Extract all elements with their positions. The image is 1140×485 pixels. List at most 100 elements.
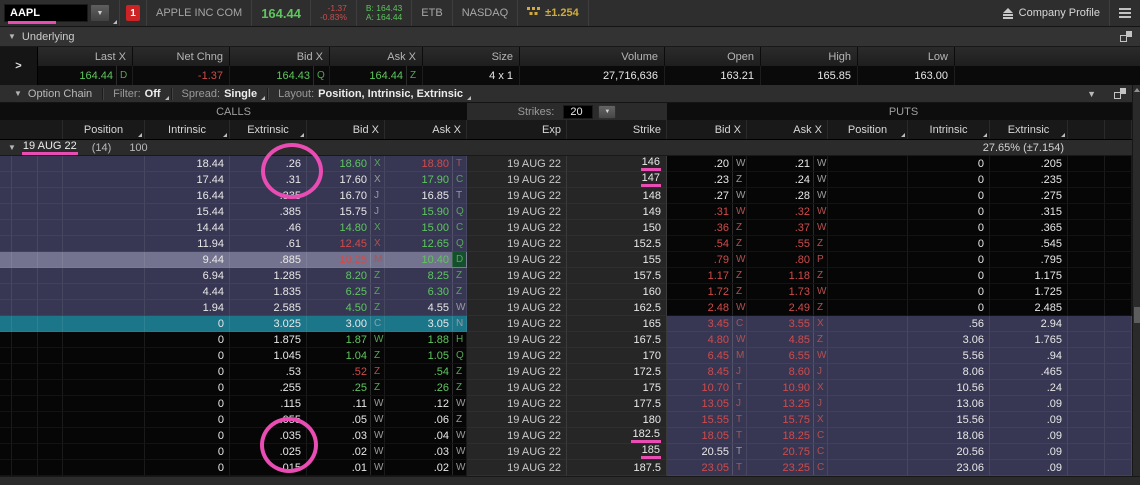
strikes-dropdown-button[interactable]: ▼ bbox=[598, 105, 616, 119]
put-extrinsic-cell[interactable]: .09 bbox=[990, 428, 1068, 444]
put-ask-cell[interactable]: .24W bbox=[747, 172, 828, 188]
call-position-cell[interactable] bbox=[63, 428, 145, 444]
call-position-cell[interactable] bbox=[63, 172, 145, 188]
column-header[interactable]: Bid X bbox=[667, 120, 747, 139]
exp-cell[interactable]: 19 AUG 22 bbox=[467, 444, 567, 460]
strike-cell[interactable]: 147 bbox=[567, 172, 667, 188]
call-position-cell[interactable] bbox=[63, 156, 145, 172]
call-intrinsic-cell[interactable]: 14.44 bbox=[145, 220, 230, 236]
call-extrinsic-cell[interactable]: 3.025 bbox=[230, 316, 307, 332]
call-intrinsic-cell[interactable]: 1.94 bbox=[145, 300, 230, 316]
call-intrinsic-cell[interactable]: 0 bbox=[145, 364, 230, 380]
call-extrinsic-cell[interactable]: .015 bbox=[230, 460, 307, 476]
call-ask-cell[interactable]: .06Z bbox=[385, 412, 467, 428]
call-intrinsic-cell[interactable]: 18.44 bbox=[145, 156, 230, 172]
call-extrinsic-cell[interactable]: 2.585 bbox=[230, 300, 307, 316]
put-position-cell[interactable] bbox=[828, 284, 908, 300]
strike-cell[interactable]: 182.5 bbox=[567, 428, 667, 444]
put-ask-cell[interactable]: 1.73W bbox=[747, 284, 828, 300]
strike-cell[interactable]: 160 bbox=[567, 284, 667, 300]
put-ask-cell[interactable]: .55Z bbox=[747, 236, 828, 252]
put-extrinsic-cell[interactable]: .94 bbox=[990, 348, 1068, 364]
call-extrinsic-cell[interactable]: .885 bbox=[230, 252, 307, 268]
column-header[interactable]: Ask X bbox=[747, 120, 828, 139]
put-extrinsic-cell[interactable]: .465 bbox=[990, 364, 1068, 380]
put-extrinsic-cell[interactable]: 1.765 bbox=[990, 332, 1068, 348]
exp-cell[interactable]: 19 AUG 22 bbox=[467, 364, 567, 380]
vertical-scrollbar[interactable] bbox=[1132, 85, 1140, 476]
call-position-cell[interactable] bbox=[63, 444, 145, 460]
call-ask-cell[interactable]: 3.05N bbox=[385, 316, 467, 332]
call-extrinsic-cell[interactable]: 1.875 bbox=[230, 332, 307, 348]
exp-cell[interactable]: 19 AUG 22 bbox=[467, 332, 567, 348]
put-extrinsic-cell[interactable]: .365 bbox=[990, 220, 1068, 236]
call-intrinsic-cell[interactable]: 0 bbox=[145, 332, 230, 348]
exp-cell[interactable]: 19 AUG 22 bbox=[467, 236, 567, 252]
company-profile-button[interactable]: Company Profile bbox=[994, 0, 1110, 26]
call-extrinsic-cell[interactable]: .115 bbox=[230, 396, 307, 412]
call-ask-cell[interactable]: 1.88H bbox=[385, 332, 467, 348]
put-bid-cell[interactable]: 1.72Z bbox=[667, 284, 747, 300]
filter-funnel-icon[interactable]: ▼ bbox=[1087, 89, 1096, 99]
column-header[interactable]: Position bbox=[63, 120, 145, 139]
put-bid-cell[interactable]: 8.45J bbox=[667, 364, 747, 380]
underlying-column-header[interactable]: Volume bbox=[520, 47, 665, 66]
call-ask-cell[interactable]: .03W bbox=[385, 444, 467, 460]
call-extrinsic-cell[interactable]: .46 bbox=[230, 220, 307, 236]
put-ask-cell[interactable]: 1.18Z bbox=[747, 268, 828, 284]
call-bid-cell[interactable]: 6.25Z bbox=[307, 284, 385, 300]
strike-cell[interactable]: 185 bbox=[567, 444, 667, 460]
call-bid-cell[interactable]: .01W bbox=[307, 460, 385, 476]
exp-cell[interactable]: 19 AUG 22 bbox=[467, 300, 567, 316]
put-extrinsic-cell[interactable]: .235 bbox=[990, 172, 1068, 188]
call-intrinsic-cell[interactable]: 0 bbox=[145, 396, 230, 412]
strike-cell[interactable]: 170 bbox=[567, 348, 667, 364]
put-ask-cell[interactable]: .37W bbox=[747, 220, 828, 236]
scrollbar-handle[interactable] bbox=[1134, 307, 1140, 323]
layout-control[interactable]: Layout: Position, Intrinsic, Extrinsic bbox=[268, 85, 473, 102]
put-extrinsic-cell[interactable]: .09 bbox=[990, 412, 1068, 428]
call-position-cell[interactable] bbox=[63, 316, 145, 332]
put-ask-cell[interactable]: 13.25J bbox=[747, 396, 828, 412]
strike-cell[interactable]: 172.5 bbox=[567, 364, 667, 380]
exp-cell[interactable]: 19 AUG 22 bbox=[467, 156, 567, 172]
call-bid-cell[interactable]: 1.87W bbox=[307, 332, 385, 348]
put-position-cell[interactable] bbox=[828, 220, 908, 236]
call-position-cell[interactable] bbox=[63, 412, 145, 428]
strike-cell[interactable]: 149 bbox=[567, 204, 667, 220]
put-bid-cell[interactable]: 6.45M bbox=[667, 348, 747, 364]
call-extrinsic-cell[interactable]: .61 bbox=[230, 236, 307, 252]
exp-cell[interactable]: 19 AUG 22 bbox=[467, 220, 567, 236]
call-bid-cell[interactable]: 18.60X bbox=[307, 156, 385, 172]
call-position-cell[interactable] bbox=[63, 284, 145, 300]
put-ask-cell[interactable]: 10.90X bbox=[747, 380, 828, 396]
column-header[interactable]: Ask X bbox=[385, 120, 467, 139]
call-bid-cell[interactable]: .11W bbox=[307, 396, 385, 412]
put-position-cell[interactable] bbox=[828, 412, 908, 428]
put-bid-cell[interactable]: 4.80W bbox=[667, 332, 747, 348]
strike-cell[interactable]: 157.5 bbox=[567, 268, 667, 284]
exp-cell[interactable]: 19 AUG 22 bbox=[467, 316, 567, 332]
call-ask-cell[interactable]: .02W bbox=[385, 460, 467, 476]
exp-cell[interactable]: 19 AUG 22 bbox=[467, 252, 567, 268]
underlying-column-header[interactable]: High bbox=[761, 47, 858, 66]
call-extrinsic-cell[interactable]: .055 bbox=[230, 412, 307, 428]
call-bid-cell[interactable]: 4.50Z bbox=[307, 300, 385, 316]
call-bid-cell[interactable]: .25Z bbox=[307, 380, 385, 396]
put-bid-cell[interactable]: .79W bbox=[667, 252, 747, 268]
underlying-column-header[interactable]: Net Chng bbox=[133, 47, 230, 66]
call-bid-cell[interactable]: 16.70J bbox=[307, 188, 385, 204]
put-extrinsic-cell[interactable]: 1.725 bbox=[990, 284, 1068, 300]
put-ask-cell[interactable]: .21W bbox=[747, 156, 828, 172]
call-intrinsic-cell[interactable]: 0 bbox=[145, 460, 230, 476]
put-extrinsic-cell[interactable]: .545 bbox=[990, 236, 1068, 252]
put-bid-cell[interactable]: 23.05T bbox=[667, 460, 747, 476]
put-ask-cell[interactable]: .32W bbox=[747, 204, 828, 220]
call-extrinsic-cell[interactable]: .53 bbox=[230, 364, 307, 380]
call-intrinsic-cell[interactable]: 0 bbox=[145, 380, 230, 396]
put-intrinsic-cell[interactable]: 20.56 bbox=[908, 444, 990, 460]
call-extrinsic-cell[interactable]: 1.045 bbox=[230, 348, 307, 364]
put-bid-cell[interactable]: .20W bbox=[667, 156, 747, 172]
scroll-up-arrow-icon[interactable] bbox=[1134, 88, 1140, 92]
exp-cell[interactable]: 19 AUG 22 bbox=[467, 172, 567, 188]
